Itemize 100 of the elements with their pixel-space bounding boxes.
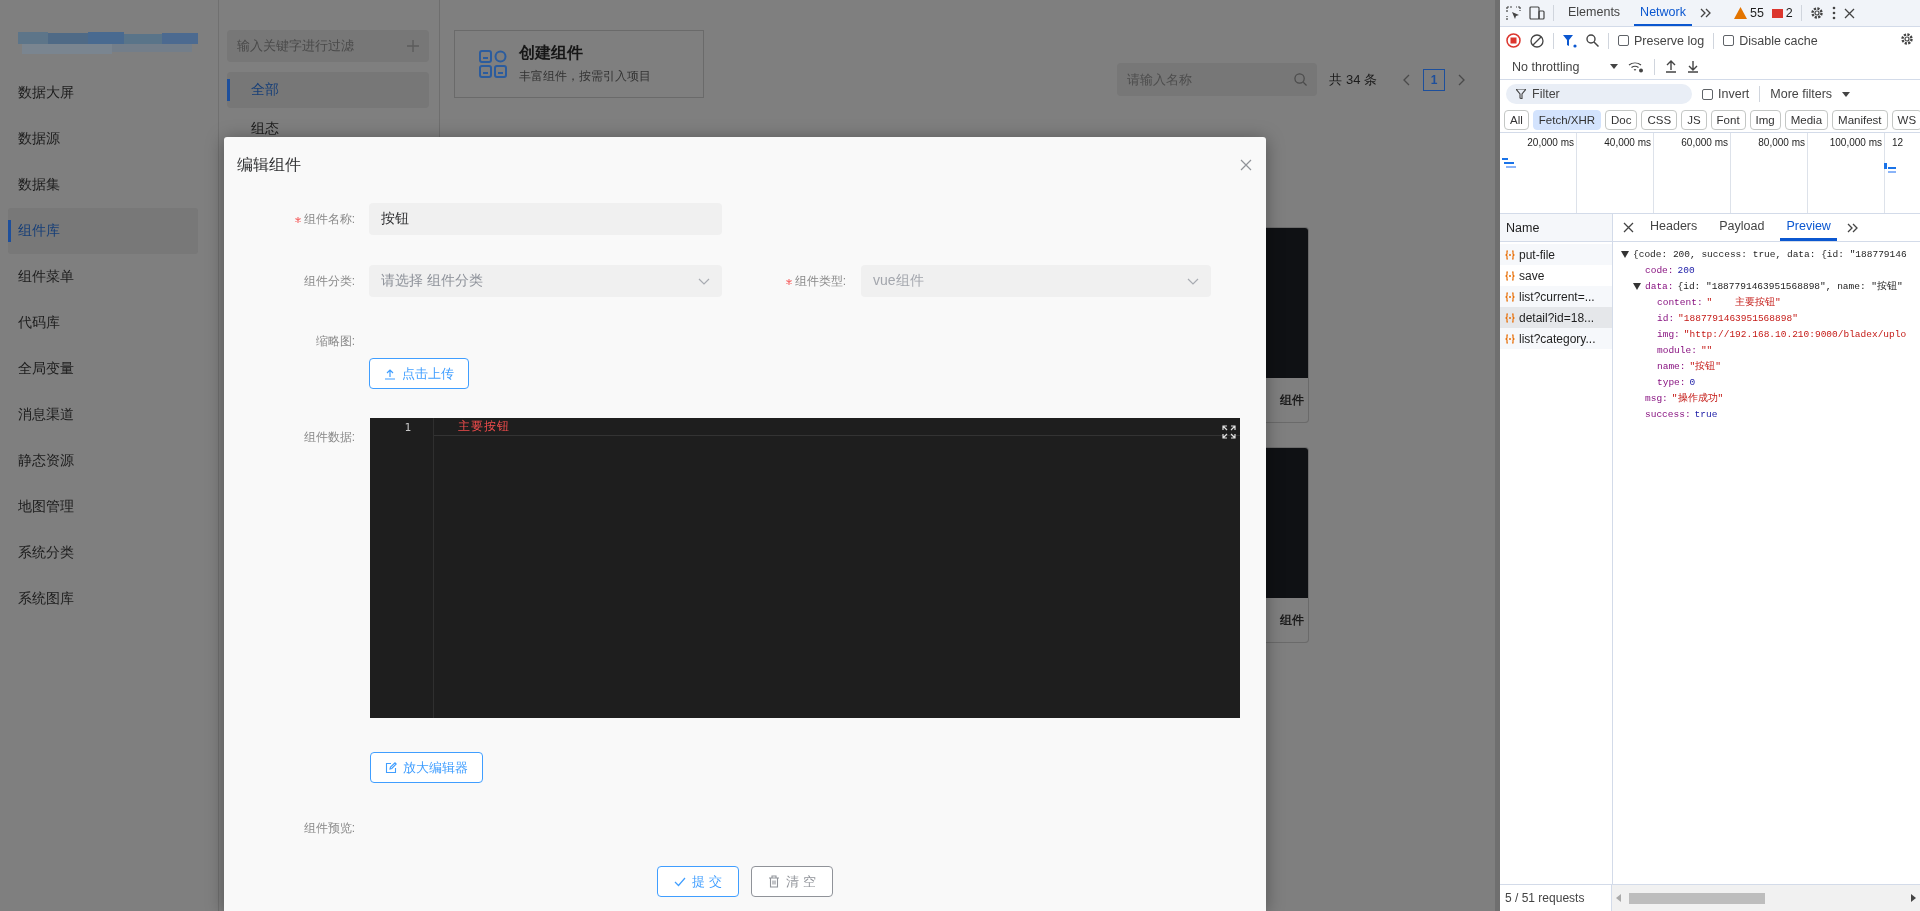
json-value: " 主要按钮" bbox=[1706, 295, 1781, 309]
sidebar-item[interactable]: 数据源 bbox=[8, 116, 172, 162]
download-icon[interactable] bbox=[1687, 60, 1699, 73]
required-mark-icon bbox=[785, 278, 792, 285]
filter-field[interactable]: Filter bbox=[1506, 84, 1692, 104]
devtools-tab[interactable]: Network bbox=[1634, 0, 1692, 26]
required-mark-icon bbox=[294, 216, 301, 223]
sidebar-item[interactable]: 全局变量 bbox=[8, 346, 172, 392]
close-icon[interactable] bbox=[1623, 222, 1634, 233]
type-filter-chip[interactable]: Media bbox=[1784, 110, 1829, 130]
json-value: "http://192.168.10.210:9000/bladex/uplo bbox=[1683, 328, 1907, 340]
detail-tab[interactable]: Headers bbox=[1644, 214, 1704, 241]
horizontal-scrollbar[interactable] bbox=[1612, 885, 1920, 911]
device-icon[interactable] bbox=[1529, 6, 1545, 20]
json-key: data: bbox=[1645, 280, 1674, 292]
settings-icon[interactable] bbox=[1809, 6, 1824, 20]
type-filter-chip[interactable]: JS bbox=[1681, 110, 1707, 130]
checkbox[interactable] bbox=[1702, 88, 1713, 100]
json-value: "按钮" bbox=[1689, 359, 1721, 373]
checkbox-label[interactable]: Invert bbox=[1718, 87, 1750, 101]
dropdown-icon[interactable] bbox=[1842, 91, 1851, 97]
xhr-icon bbox=[1505, 249, 1515, 260]
inspect-icon[interactable] bbox=[1506, 5, 1521, 21]
timeline-tick: 20,000 ms bbox=[1527, 137, 1574, 148]
json-value: {id: "1887791463951568898", name: "按钮" bbox=[1677, 279, 1903, 293]
total-count: 共 34 条 bbox=[1329, 70, 1377, 89]
timeline-tick: 100,000 ms bbox=[1829, 137, 1882, 148]
json-value: "操作成功" bbox=[1671, 391, 1724, 405]
dropdown-icon[interactable] bbox=[1610, 64, 1618, 69]
input-field[interactable]: 按钮 bbox=[369, 203, 722, 235]
xhr-icon bbox=[1505, 312, 1515, 323]
type-filter-chip[interactable]: CSS bbox=[1641, 110, 1678, 130]
category-item[interactable]: 组态 bbox=[227, 112, 429, 136]
sidebar-item[interactable]: 数据大屏 bbox=[8, 70, 172, 116]
field-label: 缩略图: bbox=[315, 332, 355, 350]
type-filter-chip[interactable]: All bbox=[1504, 110, 1529, 130]
code-editor[interactable]: 1 主要按钮 bbox=[370, 418, 1240, 718]
sidebar-item[interactable]: 组件菜单 bbox=[8, 254, 172, 300]
sidebar-item[interactable]: 系统分类 bbox=[8, 530, 172, 576]
search-icon[interactable] bbox=[1586, 34, 1599, 47]
clear-icon[interactable] bbox=[1530, 33, 1544, 48]
json-key: content: bbox=[1657, 296, 1703, 308]
json-key: name: bbox=[1657, 360, 1686, 372]
expand-triangle-icon[interactable] bbox=[1633, 282, 1641, 290]
request-row[interactable]: save bbox=[1500, 265, 1612, 286]
filter-icon[interactable] bbox=[1563, 33, 1577, 48]
field-label: 组件名称: bbox=[303, 211, 355, 228]
fullscreen-icon[interactable] bbox=[1222, 425, 1236, 439]
column-header: Name bbox=[1500, 214, 1612, 241]
scroll-right-icon[interactable] bbox=[1911, 894, 1916, 902]
sidebar-item[interactable]: 系统图库 bbox=[8, 576, 172, 622]
sidebar-item[interactable]: 数据集 bbox=[8, 162, 172, 208]
request-name: put-file bbox=[1519, 247, 1556, 262]
detail-tab[interactable]: Preview bbox=[1780, 214, 1837, 241]
component-card[interactable]: 组件 bbox=[1266, 447, 1309, 643]
card-subtitle: 丰富组件，按需引入项目 bbox=[519, 68, 651, 85]
json-value: 0 bbox=[1689, 376, 1696, 388]
type-filter-chip[interactable]: Img bbox=[1749, 110, 1781, 130]
request-row[interactable]: list?current=... bbox=[1500, 286, 1612, 307]
checkbox-label[interactable]: Disable cache bbox=[1739, 33, 1818, 48]
more-filters-dropdown[interactable]: More filters bbox=[1770, 87, 1833, 101]
close-icon[interactable] bbox=[1843, 7, 1855, 19]
expand-triangle-icon[interactable] bbox=[1621, 250, 1629, 258]
funnel-icon bbox=[1516, 89, 1526, 99]
type-filter-chip[interactable]: Doc bbox=[1605, 110, 1638, 130]
checkbox-label[interactable]: Preserve log bbox=[1634, 33, 1705, 48]
field-label: 组件类型: bbox=[794, 273, 846, 290]
checkbox[interactable] bbox=[1618, 35, 1629, 46]
field-label: 组件分类: bbox=[303, 273, 355, 290]
request-row[interactable]: put-file bbox=[1500, 244, 1612, 265]
xhr-icon bbox=[1505, 333, 1515, 344]
more-tabs-icon[interactable] bbox=[1846, 222, 1859, 233]
sidebar-item[interactable]: 代码库 bbox=[8, 300, 172, 346]
request-row[interactable]: detail?id=18... bbox=[1500, 307, 1612, 328]
sidebar-item[interactable]: 地图管理 bbox=[8, 484, 172, 530]
detail-tab[interactable]: Payload bbox=[1713, 214, 1771, 241]
type-filter-chip[interactable]: Font bbox=[1710, 110, 1746, 130]
request-row[interactable]: list?category... bbox=[1500, 328, 1612, 349]
type-filter-chip[interactable]: WS bbox=[1891, 110, 1920, 130]
type-filter-chip[interactable]: Manifest bbox=[1832, 110, 1888, 130]
upload-icon[interactable] bbox=[1665, 60, 1677, 73]
timeline-tick: 12 bbox=[1891, 137, 1903, 148]
sidebar-item[interactable]: 消息渠道 bbox=[8, 392, 172, 438]
more-icon[interactable] bbox=[1831, 6, 1836, 20]
type-filter-chip[interactable]: Fetch/XHR bbox=[1532, 110, 1602, 130]
component-card[interactable]: 组件 bbox=[1266, 227, 1309, 423]
record-icon[interactable] bbox=[1506, 33, 1521, 48]
sidebar-item[interactable]: 静态资源 bbox=[8, 438, 172, 484]
settings-icon[interactable] bbox=[1900, 32, 1914, 46]
more-tabs-icon[interactable] bbox=[1699, 8, 1712, 18]
throttling-dropdown[interactable]: No throttling bbox=[1512, 59, 1600, 74]
devtools-tab[interactable]: Elements bbox=[1562, 0, 1627, 26]
json-value: 200 bbox=[1677, 264, 1695, 276]
timeline-tick: 80,000 ms bbox=[1758, 137, 1805, 148]
create-component-card[interactable]: 创建组件 丰富组件，按需引入项目 bbox=[454, 30, 704, 98]
code-line: 主要按钮 bbox=[458, 418, 510, 435]
json-key: img: bbox=[1657, 328, 1680, 340]
checkbox[interactable] bbox=[1723, 35, 1735, 46]
json-summary: {code: 200, success: true, data: {id: "188779146 bbox=[1633, 248, 1907, 260]
wifi-settings-icon[interactable] bbox=[1628, 60, 1644, 73]
